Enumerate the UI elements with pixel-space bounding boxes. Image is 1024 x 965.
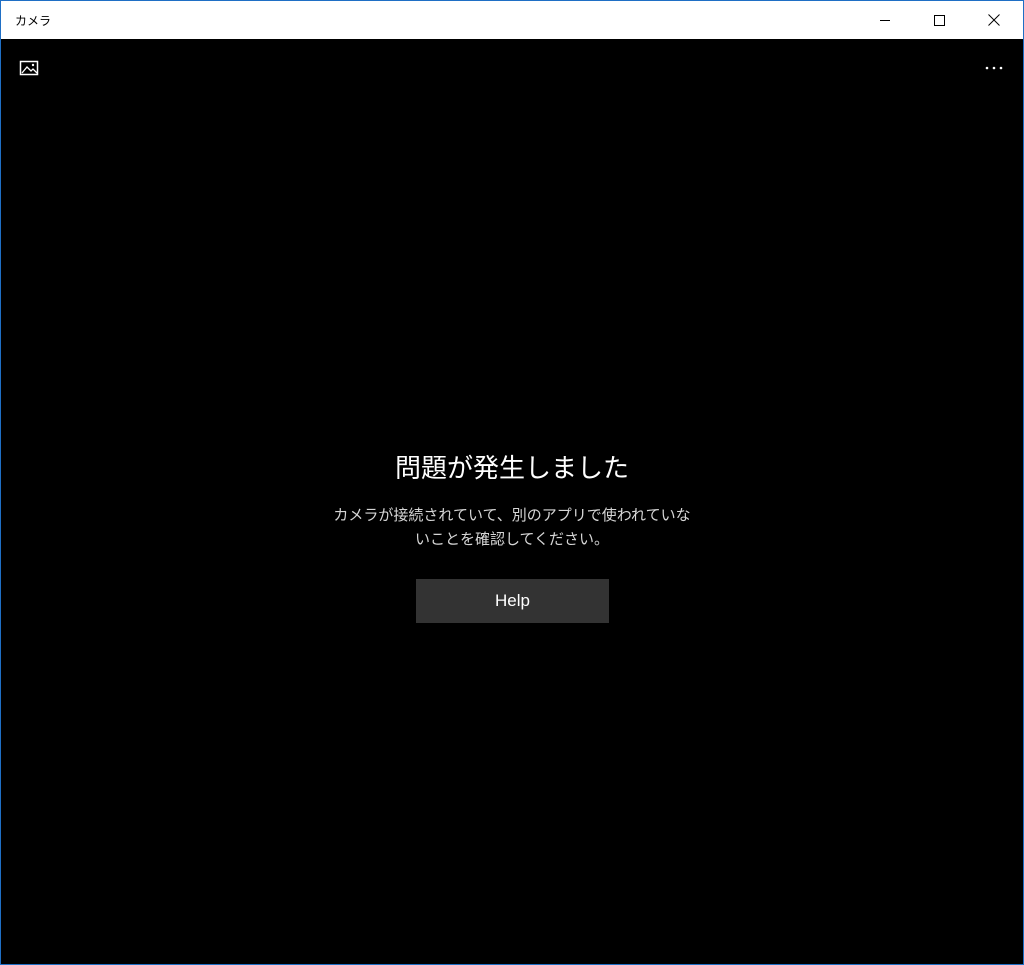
window-title: カメラ (15, 14, 52, 28)
help-button[interactable]: Help (416, 579, 609, 623)
minimize-button[interactable] (862, 1, 908, 39)
more-options-button[interactable] (977, 53, 1011, 83)
close-button[interactable] (971, 1, 1017, 39)
title-bar[interactable]: カメラ (1, 1, 1023, 39)
error-title: 問題が発生しました (394, 454, 629, 484)
error-message: カメラが接続されていて、別のアプリで使われていないことを確認してください。 (333, 506, 691, 548)
gallery-button[interactable] (13, 53, 47, 83)
minimize-icon (880, 20, 890, 21)
photo-gallery-icon (19, 60, 39, 76)
camera-window: カメラ 問題が発生しました カメラが接続されていて、別のアプリで使われていないこ… (0, 0, 1024, 965)
maximize-button[interactable] (916, 1, 962, 39)
close-icon (988, 14, 1000, 26)
camera-viewport: 問題が発生しました カメラが接続されていて、別のアプリで使われていないことを確認… (1, 39, 1023, 964)
maximize-icon (933, 14, 945, 26)
more-options-icon (985, 66, 1003, 70)
